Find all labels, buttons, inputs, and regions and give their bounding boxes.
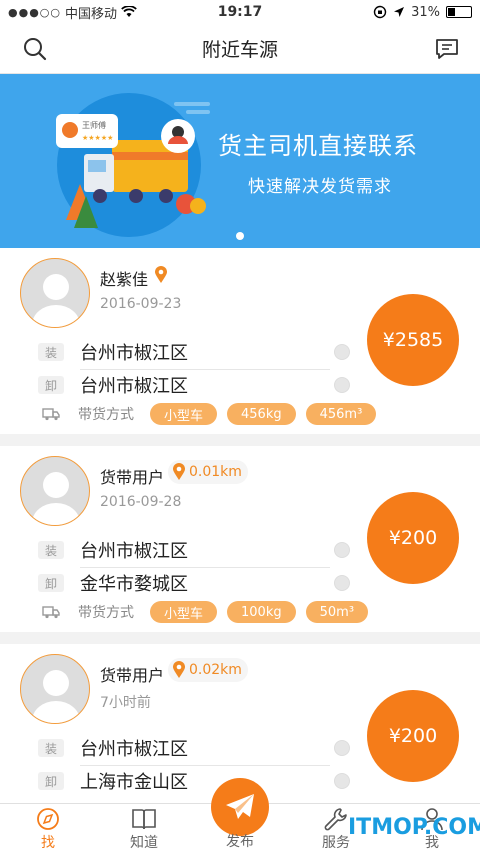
load-city: 台州市椒江区: [80, 739, 188, 760]
load-radio[interactable]: [334, 542, 350, 558]
load-row: 装 台州市椒江区: [38, 336, 350, 368]
banner-page-indicator: [236, 232, 244, 240]
tab-label: 找: [41, 835, 55, 851]
battery-percent: 31%: [411, 4, 440, 20]
nav-bar: 附近车源: [0, 24, 480, 74]
load-city: 台州市椒江区: [80, 541, 188, 562]
user-name: 赵紫佳: [100, 270, 149, 289]
unload-radio[interactable]: [334, 575, 350, 591]
load-row: 装 台州市椒江区: [38, 732, 350, 764]
signal-icon: ●●●○○: [8, 5, 61, 19]
tab-publish-label[interactable]: 发布: [200, 831, 280, 851]
distance-value: 0.01km: [189, 464, 242, 480]
cargo-mode-label: 带货方式: [78, 605, 134, 621]
unload-row: 卸 金华市婺城区: [38, 567, 350, 599]
watermark-text: ITMOP.COM: [348, 815, 480, 840]
list-item[interactable]: 货带用户 0.01km 2016-09-28 装 台州市椒江区 卸 金华市婺城区…: [0, 446, 480, 632]
post-date: 7小时前: [100, 695, 151, 711]
cargo-mode-row: 带货方式 小型车 456kg 456m³: [42, 402, 377, 426]
driver-badge-stars: ★★★★★: [82, 134, 113, 142]
location-pin-icon: [173, 661, 185, 678]
load-tag: 装: [38, 739, 64, 757]
avatar: [20, 258, 90, 328]
banner-subline: 快速解决发货需求: [248, 177, 392, 197]
weight-pill: 100kg: [227, 601, 296, 623]
location-pin-icon: [173, 463, 185, 480]
user-name: 货带用户: [100, 468, 165, 487]
unload-row: 卸 台州市椒江区: [38, 369, 350, 401]
truck-illustration: 王师傅 ★★★★★: [56, 93, 210, 237]
vehicle-type-pill: 小型车: [150, 403, 218, 425]
location-pin-icon: [155, 266, 167, 283]
list-item[interactable]: 赵紫佳 2016-09-23 装 台州市椒江区 卸 台州市椒江区 带货方式 小型…: [0, 248, 480, 434]
load-tag: 装: [38, 343, 64, 361]
wifi-icon: [121, 6, 137, 17]
cargo-mode-label: 带货方式: [78, 407, 134, 423]
avatar: [20, 456, 90, 526]
publish-button[interactable]: [211, 778, 269, 836]
tab-label: 知道: [130, 835, 158, 851]
banner-headline: 货主司机直接联系: [218, 132, 418, 160]
battery-icon: [446, 6, 472, 18]
tab-label: 服务: [322, 835, 350, 851]
truck-icon: [42, 408, 60, 421]
paper-plane-icon: [226, 794, 254, 819]
status-time: 19:17: [217, 4, 263, 20]
location-arrow-icon: [394, 7, 405, 17]
carrier-name: 中国移动: [65, 6, 118, 22]
unload-tag: 卸: [38, 376, 64, 394]
rotation-lock-icon: [373, 5, 387, 19]
load-city: 台州市椒江区: [80, 343, 188, 364]
book-icon: [132, 809, 156, 830]
compass-icon: [37, 808, 59, 830]
load-tag: 装: [38, 541, 64, 559]
volume-pill: 456m³: [305, 403, 377, 425]
distance-badge: 0.01km: [168, 460, 248, 484]
load-row: 装 台州市椒江区: [38, 534, 350, 566]
cargo-mode-row: 带货方式 小型车 100kg 50m³: [42, 600, 369, 624]
price-button[interactable]: ¥2585: [367, 294, 459, 386]
wrench-icon: [324, 808, 347, 831]
load-radio[interactable]: [334, 344, 350, 360]
volume-pill: 50m³: [305, 601, 369, 623]
unload-tag: 卸: [38, 772, 64, 790]
tab-find[interactable]: 找: [8, 806, 88, 852]
price-button[interactable]: ¥200: [367, 690, 459, 782]
load-radio[interactable]: [334, 740, 350, 756]
price-button[interactable]: ¥200: [367, 492, 459, 584]
search-icon[interactable]: [22, 36, 48, 62]
post-date: 2016-09-23: [100, 296, 182, 312]
unload-city: 台州市椒江区: [80, 376, 188, 397]
promo-banner[interactable]: 王师傅 ★★★★★ 货主司机直接联系 快速解决发货需求: [0, 74, 480, 248]
unload-tag: 卸: [38, 574, 64, 592]
distance-badge: 0.02km: [168, 658, 248, 682]
tab-knowledge[interactable]: 知道: [104, 806, 184, 852]
unload-city: 上海市金山区: [80, 772, 188, 793]
page-title: 附近车源: [201, 39, 278, 61]
status-bar: ●●●○○ 中国移动 19:17 31%: [0, 0, 480, 24]
truck-icon: [42, 606, 60, 619]
driver-badge-name: 王师傅: [82, 120, 106, 130]
distance-value: 0.02km: [189, 662, 242, 678]
message-icon[interactable]: [434, 36, 460, 62]
user-name: 货带用户: [100, 666, 165, 685]
unload-city: 金华市婺城区: [80, 574, 188, 595]
post-date: 2016-09-28: [100, 494, 182, 510]
vehicle-type-pill: 小型车: [150, 601, 218, 623]
avatar: [20, 654, 90, 724]
unload-radio[interactable]: [334, 377, 350, 393]
weight-pill: 456kg: [227, 403, 296, 425]
unload-row: 卸 上海市金山区: [38, 765, 350, 797]
unload-radio[interactable]: [334, 773, 350, 789]
